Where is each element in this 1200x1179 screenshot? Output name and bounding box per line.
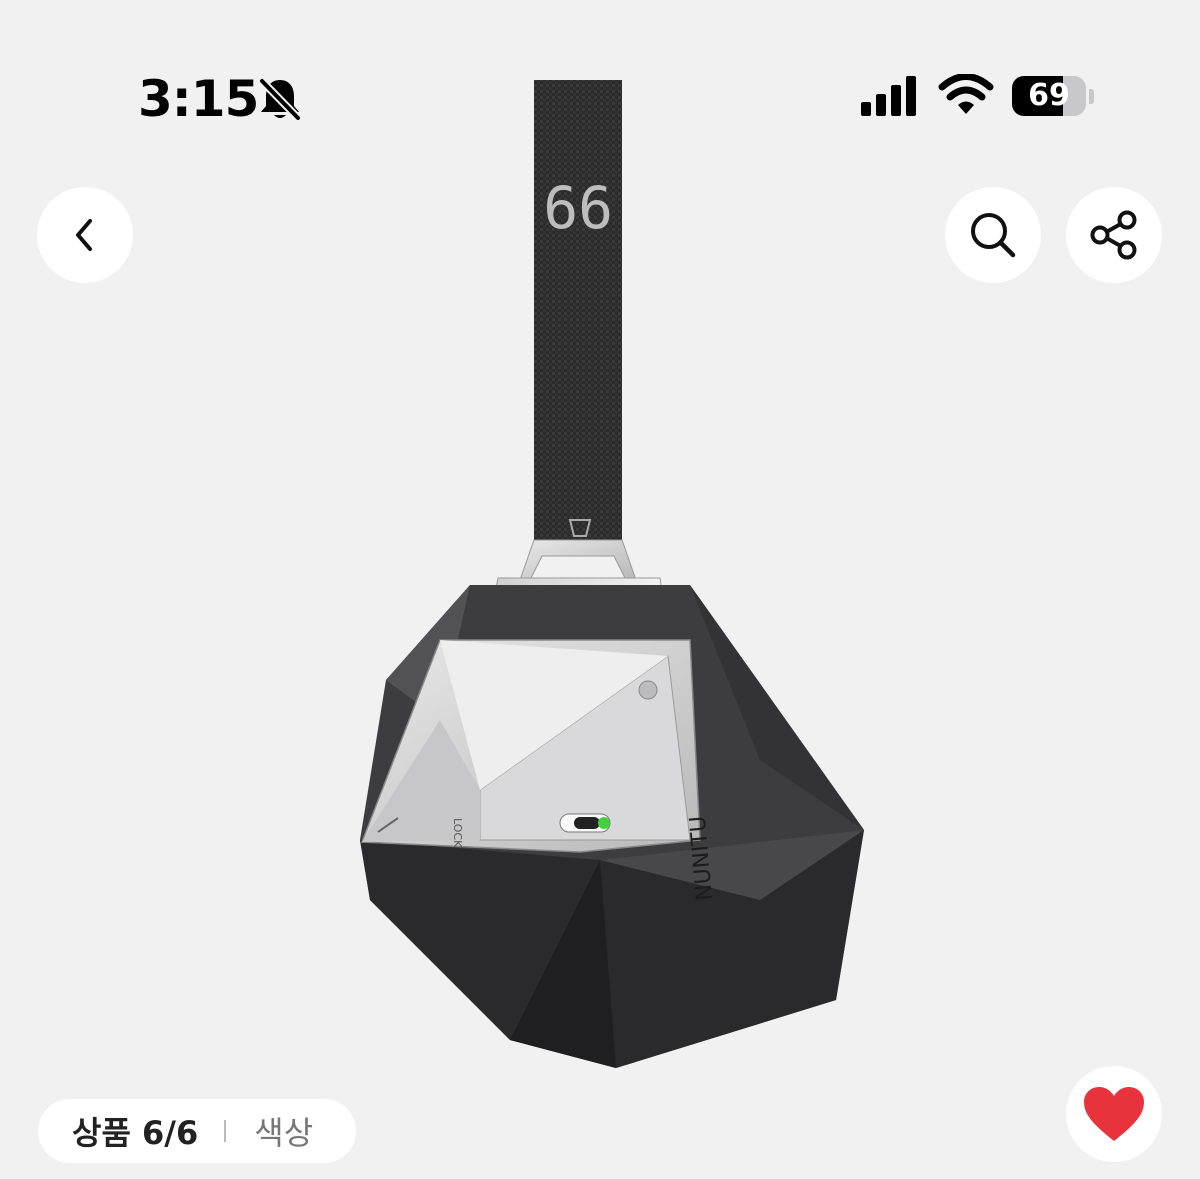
product-image: 99 GE LOCK NUNITU	[360, 80, 864, 1068]
battery-icon: 69	[1012, 76, 1094, 118]
image-counter: 상품 6/6	[72, 1114, 199, 1152]
lock-text: LOCK	[451, 818, 464, 848]
status-time: 3:15	[138, 70, 259, 128]
share-icon	[1090, 210, 1137, 260]
search-icon	[971, 213, 1016, 258]
search-button[interactable]	[945, 187, 1041, 283]
image-counter-pill[interactable]: 상품 6/6 색상	[38, 1099, 356, 1163]
battery-percent: 69	[1028, 78, 1070, 113]
bell-slash-icon	[258, 77, 302, 122]
share-button[interactable]	[1066, 187, 1162, 283]
strap	[534, 80, 622, 550]
divider	[224, 1120, 227, 1142]
chevron-left-icon	[76, 219, 92, 251]
strap-text: 99	[543, 172, 613, 240]
heart-icon	[1084, 1087, 1144, 1141]
color-option-label[interactable]: 색상	[254, 1108, 313, 1154]
like-button[interactable]	[1066, 1066, 1162, 1162]
wifi-icon	[938, 74, 994, 114]
back-button[interactable]	[37, 187, 133, 283]
